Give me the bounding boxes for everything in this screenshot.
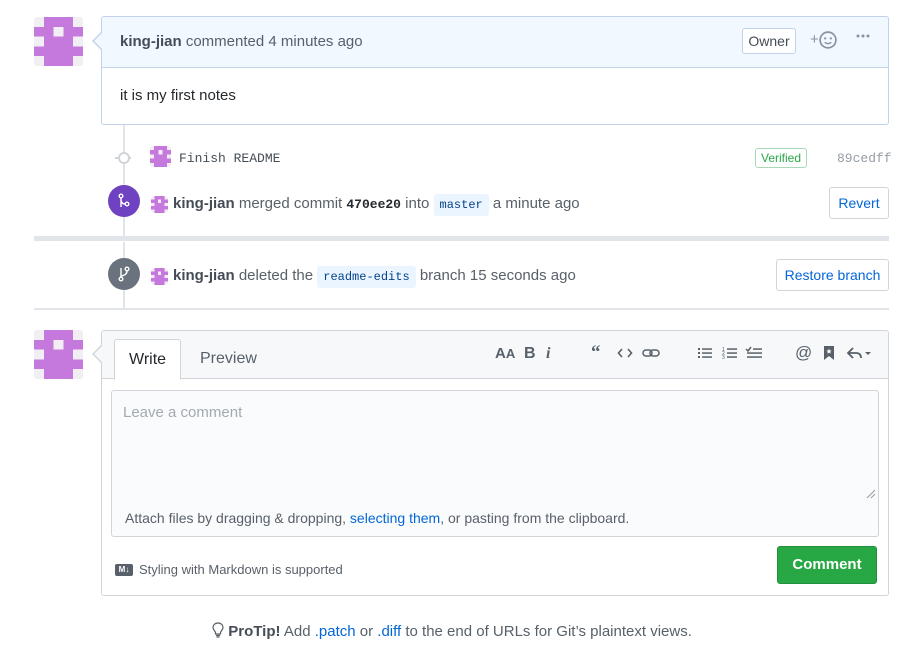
- comment-author-line: king-jian commented 4 minutes ago: [120, 33, 363, 50]
- comment-textarea[interactable]: Leave a comment: [111, 390, 879, 502]
- comment-action: commented: [185, 33, 265, 50]
- git-merge-icon: [118, 193, 130, 207]
- merge-action: merged commit: [238, 195, 343, 212]
- diff-link[interactable]: .diff: [377, 623, 401, 640]
- mention-icon[interactable]: @: [795, 343, 812, 363]
- commit-message[interactable]: Finish README: [179, 151, 280, 166]
- comment-body: it is my first notes: [120, 87, 236, 104]
- merge-into: into: [405, 195, 430, 212]
- tab-preview[interactable]: Preview: [186, 339, 271, 380]
- svg-text:3: 3: [722, 355, 725, 361]
- comment-author[interactable]: king-jian: [120, 33, 182, 50]
- timeline-line: [123, 125, 125, 237]
- avatar[interactable]: [34, 17, 83, 66]
- merge-time[interactable]: a minute ago: [493, 195, 580, 212]
- comment-caret-inner: [94, 33, 102, 49]
- light-bulb-icon: [212, 622, 224, 638]
- resize-handle-icon[interactable]: [866, 489, 876, 499]
- verified-badge[interactable]: Verified: [755, 148, 808, 168]
- restore-branch-button[interactable]: Restore branch: [776, 259, 889, 291]
- timeline-end-separator: [34, 308, 889, 310]
- protip: ProTip! Add .patch or .diff to the end o…: [0, 622, 904, 640]
- comment-more-button[interactable]: [855, 28, 871, 49]
- delete-action: deleted the: [238, 267, 314, 284]
- ordered-list-icon[interactable]: 123: [722, 345, 738, 366]
- markdown-note-text: Styling with Markdown is supported: [139, 562, 343, 577]
- comment-button[interactable]: Comment: [777, 546, 877, 584]
- code-icon[interactable]: [617, 345, 633, 366]
- timeline-separator: [34, 236, 889, 241]
- comment-header: king-jian commented 4 minutes ago Owner …: [102, 17, 888, 68]
- delete-event-text: king-jian deleted the readme-edits branc…: [173, 266, 576, 288]
- bold-icon[interactable]: B: [524, 345, 536, 363]
- merge-commit-sha[interactable]: 470ee20: [346, 197, 401, 212]
- commit-sha[interactable]: 89cedff: [837, 151, 892, 166]
- attach-suffix: , or pasting from the clipboard.: [440, 510, 630, 526]
- kebab-horizontal-icon: [856, 34, 870, 38]
- add-reaction-button[interactable]: +: [810, 31, 837, 51]
- avatar[interactable]: [34, 330, 83, 379]
- merge-event-text: king-jian merged commit 470ee20 into mas…: [173, 194, 580, 216]
- comment-time[interactable]: 4 minutes ago: [268, 33, 362, 50]
- git-branch-icon: [118, 266, 130, 282]
- owner-badge: Owner: [742, 28, 796, 54]
- unordered-list-icon[interactable]: [697, 345, 713, 366]
- avatar[interactable]: [150, 146, 171, 167]
- quote-icon[interactable]: “: [591, 342, 601, 364]
- form-header: Write Preview AA B i “ 123 @: [102, 331, 888, 380]
- patch-link[interactable]: .patch: [315, 623, 356, 640]
- select-files-link[interactable]: selecting them: [350, 510, 440, 526]
- delete-suffix: branch 15 seconds ago: [419, 267, 576, 284]
- protip-text-1: Add: [280, 623, 315, 640]
- merged-badge: [108, 185, 140, 217]
- attach-prefix: Attach files by dragging & dropping,: [125, 510, 350, 526]
- header-icon[interactable]: AA: [495, 345, 515, 362]
- commit-dot-icon: [118, 152, 130, 164]
- markdown-note[interactable]: M↓ Styling with Markdown is supported: [115, 562, 343, 577]
- revert-button[interactable]: Revert: [829, 187, 889, 219]
- merge-target-branch[interactable]: master: [433, 194, 489, 216]
- italic-icon[interactable]: i: [546, 345, 550, 363]
- avatar[interactable]: [151, 268, 168, 285]
- deleted-badge: [108, 258, 140, 290]
- link-icon[interactable]: [642, 345, 660, 366]
- file-attach-bar[interactable]: Attach files by dragging & dropping, sel…: [111, 501, 879, 537]
- delete-author[interactable]: king-jian: [173, 267, 235, 284]
- bookmark-icon[interactable]: [822, 345, 836, 366]
- avatar[interactable]: [151, 196, 168, 213]
- protip-text-3: to the end of URLs for Git’s plaintext v…: [401, 623, 692, 640]
- markdown-icon: M↓: [115, 563, 133, 576]
- new-comment-form: Write Preview AA B i “ 123 @ Leave a com…: [101, 330, 889, 596]
- deleted-branch[interactable]: readme-edits: [317, 266, 416, 288]
- reply-icon[interactable]: [846, 345, 872, 366]
- task-list-icon[interactable]: [745, 345, 763, 366]
- protip-label: ProTip!: [228, 623, 281, 640]
- comment-box: king-jian commented 4 minutes ago Owner …: [101, 16, 889, 125]
- tab-write[interactable]: Write: [114, 339, 182, 380]
- merge-author[interactable]: king-jian: [173, 195, 235, 212]
- protip-text-2: or: [355, 623, 378, 640]
- smiley-icon: [819, 31, 837, 49]
- form-caret-inner: [94, 346, 102, 362]
